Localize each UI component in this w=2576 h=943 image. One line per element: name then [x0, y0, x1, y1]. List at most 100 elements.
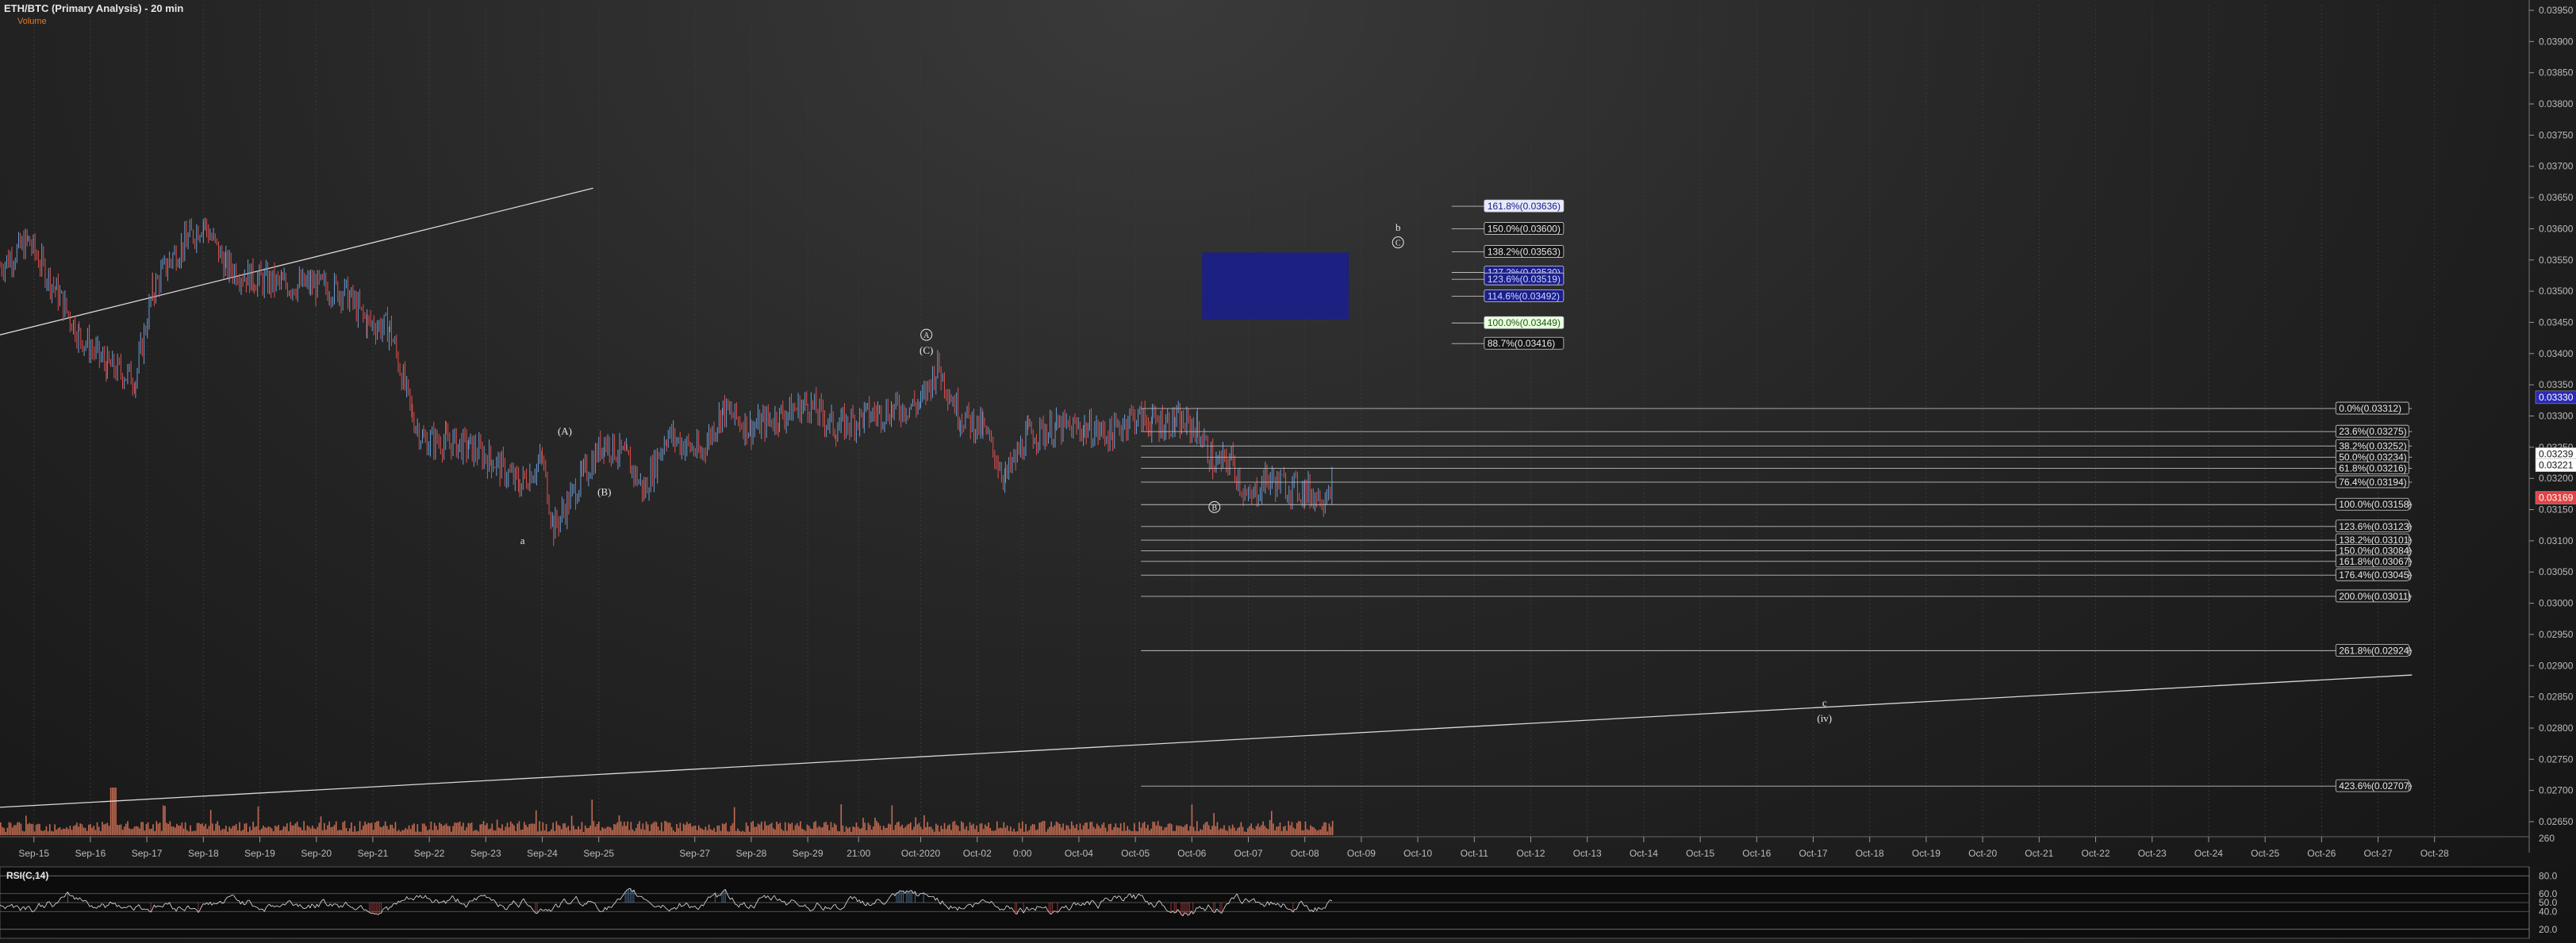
volume-bar — [728, 831, 731, 835]
volume-bar — [94, 830, 97, 835]
volume-bar — [837, 830, 839, 835]
volume-bar — [576, 829, 578, 835]
fib-retracement-levels[interactable]: 0.0%(0.03312) 23.6%(0.03275) 38.2%(0.03252… — [1141, 401, 2412, 792]
date-tick-label: Sep-15 — [18, 848, 49, 859]
volume-bar — [833, 823, 835, 835]
volume-bar — [586, 828, 588, 835]
volume-bar — [816, 827, 819, 835]
fib-extension-label: 114.6%(0.03492) — [1488, 290, 1560, 301]
volume-bar — [916, 824, 919, 835]
volume-bar — [958, 830, 961, 835]
volume-bar — [939, 831, 940, 835]
volume-bar — [867, 822, 870, 835]
volume-bar — [506, 822, 509, 835]
fib-retracement-label: 176.4%(0.03045) — [2339, 569, 2412, 581]
price-tick-label: 0.03500 — [2539, 286, 2574, 297]
trendline[interactable] — [0, 674, 2413, 808]
volume-bar — [1313, 827, 1315, 835]
volume-bar — [184, 822, 186, 835]
volume-bar — [1065, 825, 1068, 835]
price-axis[interactable]: 0.03950 0.03900 0.03850 0.03800 0.03750 0.037… — [2529, 5, 2576, 827]
volume-bar — [286, 823, 288, 835]
fib-extension-label: 123.6%(0.03519) — [1488, 274, 1561, 285]
wave-label: c — [1822, 696, 1827, 708]
fib-retracement-label: 23.6%(0.03275) — [2339, 426, 2406, 437]
volume-bar — [879, 826, 881, 835]
volume-bar — [242, 830, 244, 835]
volume-bar — [1003, 822, 1005, 835]
price-tick-label: 0.02850 — [2539, 692, 2574, 703]
volume-bar — [1042, 821, 1044, 835]
volume-bar — [896, 822, 898, 835]
volume-bar — [1094, 828, 1096, 835]
volume-bar — [547, 831, 549, 835]
volume-bar — [891, 805, 893, 835]
volume-bar — [777, 823, 780, 835]
volume-bar — [113, 788, 115, 835]
volume-bar — [272, 831, 274, 835]
volume-bar — [500, 828, 501, 835]
volume-bar — [689, 822, 691, 835]
volume-bar — [1031, 824, 1034, 835]
volume-bar — [564, 822, 566, 835]
trendline[interactable] — [0, 187, 593, 335]
volume-bar — [164, 806, 166, 835]
date-tick-label: Sep-27 — [679, 848, 710, 859]
volume-bar — [1273, 823, 1274, 835]
fib-extension-levels[interactable]: 161.8%(0.03636) 150.0%(0.03600) 138.2%(0.0… — [1451, 199, 1564, 350]
volume-bar — [1328, 823, 1330, 835]
volume-bar — [552, 822, 554, 835]
volume-bar — [540, 830, 542, 835]
volume-bar — [1096, 823, 1098, 835]
volume-bar — [639, 821, 640, 835]
volume-bar — [570, 815, 573, 835]
volume-bar — [1243, 831, 1246, 835]
volume-bar — [596, 823, 598, 835]
volume-bar — [1201, 830, 1204, 835]
volume-bar — [1326, 831, 1329, 835]
volume-bar — [549, 831, 551, 835]
volume-bar — [524, 822, 525, 835]
volume-bar — [451, 831, 452, 835]
volume-bar — [5, 831, 7, 835]
volume-bar — [1298, 821, 1300, 835]
volume-bar — [815, 821, 817, 835]
volume-bar — [1159, 826, 1161, 835]
volume-bar — [961, 821, 962, 835]
rsi-label: RSI(C,14) — [6, 870, 48, 881]
volume-bar — [109, 788, 112, 835]
volume-bar — [754, 826, 756, 835]
volume-bar — [328, 821, 330, 835]
volume-bar — [217, 821, 219, 835]
volume-bar — [952, 822, 954, 835]
volume-bar — [1077, 830, 1080, 835]
fib-extension-label: 100.0%(0.03449) — [1488, 317, 1561, 328]
volume-bar — [801, 828, 803, 835]
volume-bar — [581, 822, 583, 835]
volume-bar — [712, 830, 713, 835]
volume-bar — [1292, 827, 1295, 835]
volume-bar — [654, 821, 656, 835]
volume-bar — [698, 825, 700, 835]
rsi-line — [916, 895, 919, 897]
volume-bar — [390, 824, 391, 835]
volume-bar — [489, 828, 491, 835]
volume-bar — [1143, 822, 1146, 835]
volume-bar — [635, 827, 637, 835]
volume-bar — [64, 829, 66, 835]
volume-bar — [133, 826, 136, 835]
date-axis[interactable]: Sep-15 Sep-16 Sep-17 Sep-18 Sep-19 Sep-20 Sep-… — [18, 837, 2449, 859]
volume-bar — [29, 822, 30, 835]
volume-bar — [818, 826, 820, 835]
date-tick-label: Oct-05 — [1121, 848, 1150, 859]
volume-bar — [152, 824, 154, 835]
volume-bar — [160, 830, 163, 835]
volume-bar — [674, 831, 676, 835]
volume-bar — [1237, 828, 1238, 835]
volume-bar — [245, 822, 248, 835]
volume-bar — [630, 822, 632, 835]
volume-bar — [915, 817, 917, 835]
volume-bar — [821, 827, 823, 835]
fib-retracement-label: 138.2%(0.03101) — [2339, 535, 2412, 546]
volume-bar — [430, 821, 432, 835]
